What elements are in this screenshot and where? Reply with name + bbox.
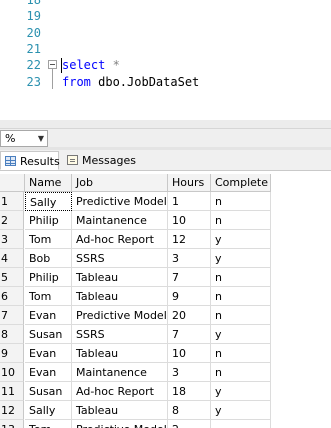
grid-cell-hours[interactable]: 2: [168, 420, 211, 428]
column-header-job[interactable]: Job: [72, 174, 168, 192]
grid-cell-complete[interactable]: y: [211, 249, 271, 268]
results-grid[interactable]: Name Job Hours Complete 1 Sally Predictive…: [0, 171, 331, 428]
grid-cell-job[interactable]: Tableau: [72, 401, 168, 420]
row-number[interactable]: 5: [0, 268, 24, 287]
row-number[interactable]: 13: [0, 420, 24, 428]
grid-cell-job[interactable]: Tableau: [72, 268, 168, 287]
grid-cell-name[interactable]: Sally: [25, 192, 72, 211]
outline-guide: [52, 69, 53, 89]
row-number[interactable]: 8: [0, 325, 24, 344]
row-number[interactable]: 6: [0, 287, 24, 306]
sql-operator: *: [105, 58, 120, 72]
line-number: 23: [26, 75, 41, 89]
grid-cell-job[interactable]: Tableau: [72, 287, 168, 306]
grid-cell-name[interactable]: Susan: [25, 382, 72, 401]
sql-identifier: dbo.JobDataSet: [90, 75, 200, 89]
grid-cell-name[interactable]: Bob: [25, 249, 72, 268]
tab-messages[interactable]: Messages: [63, 151, 139, 170]
column-header-complete[interactable]: Complete: [211, 174, 271, 192]
grid-cell-name[interactable]: Philip: [25, 268, 72, 287]
grid-cell-name[interactable]: Tom: [25, 287, 72, 306]
grid-cell-job[interactable]: Predictive Model: [72, 420, 168, 428]
grid-cell-job[interactable]: Maintanence: [72, 211, 168, 230]
zoom-bar: % ▼: [0, 128, 331, 147]
row-number[interactable]: 3: [0, 230, 24, 249]
grid-cell-hours[interactable]: 18: [168, 382, 211, 401]
sql-keyword: select: [62, 58, 106, 72]
line-number-gutter: 18 19 20 21 22 23: [0, 0, 44, 128]
messages-icon: [67, 155, 78, 165]
grid-cell-complete[interactable]: y: [211, 230, 271, 249]
code-line[interactable]: from dbo.JobDataSet: [62, 74, 199, 90]
grid-cell-job[interactable]: Ad-hoc Report: [72, 382, 168, 401]
grid-cell-hours[interactable]: 7: [168, 325, 211, 344]
grid-cell-hours[interactable]: 3: [168, 249, 211, 268]
row-number[interactable]: 7: [0, 306, 24, 325]
line-number: 21: [26, 42, 41, 56]
editor-bottom-region: [0, 120, 331, 128]
tab-label: Results: [20, 155, 60, 168]
grid-cell-complete[interactable]: n: [211, 192, 271, 211]
grid-cell-hours[interactable]: 20: [168, 306, 211, 325]
grid-cell-complete[interactable]: [211, 420, 271, 428]
tab-results[interactable]: Results: [0, 151, 60, 170]
grid-cell-name[interactable]: Philip: [25, 211, 72, 230]
grid-cell-complete[interactable]: n: [211, 287, 271, 306]
line-number: 18: [26, 0, 41, 7]
grid-cell-hours[interactable]: 8: [168, 401, 211, 420]
grid-cell-complete[interactable]: n: [211, 344, 271, 363]
row-number[interactable]: 4: [0, 249, 24, 268]
grid-cell-complete[interactable]: n: [211, 363, 271, 382]
grid-cell-job[interactable]: Tableau: [72, 344, 168, 363]
line-number: 20: [26, 26, 41, 40]
row-number[interactable]: 2: [0, 211, 24, 230]
grid-cell-complete[interactable]: y: [211, 401, 271, 420]
grid-cell-job[interactable]: SSRS: [72, 325, 168, 344]
row-number[interactable]: 12: [0, 401, 24, 420]
line-number: 22: [26, 58, 41, 72]
grid-cell-complete[interactable]: y: [211, 382, 271, 401]
query-editor[interactable]: 18 19 20 21 22 23 select * from dbo.JobD…: [0, 0, 331, 128]
grid-cell-hours[interactable]: 7: [168, 268, 211, 287]
grid-cell-complete[interactable]: n: [211, 268, 271, 287]
grid-cell-job[interactable]: Predictive Model: [72, 306, 168, 325]
results-tabs: Results Messages: [0, 150, 331, 171]
grid-cell-hours[interactable]: 1: [168, 192, 211, 211]
grid-cell-name[interactable]: Evan: [25, 344, 72, 363]
grid-corner[interactable]: [0, 174, 25, 192]
grid-cell-name[interactable]: Sally: [25, 401, 72, 420]
grid-cell-complete[interactable]: n: [211, 211, 271, 230]
row-number[interactable]: 10: [0, 363, 24, 382]
column-header-hours[interactable]: Hours: [168, 174, 211, 192]
grid-cell-hours[interactable]: 10: [168, 344, 211, 363]
grid-cell-job[interactable]: Predictive Model: [72, 192, 168, 211]
grid-cell-job[interactable]: SSRS: [72, 249, 168, 268]
column-header-name[interactable]: Name: [25, 174, 72, 192]
grid-cell-complete[interactable]: n: [211, 306, 271, 325]
grid-icon: [5, 156, 16, 166]
line-number: 19: [26, 9, 41, 23]
collapse-outline-icon[interactable]: [48, 60, 57, 69]
grid-cell-name[interactable]: Susan: [25, 325, 72, 344]
row-number[interactable]: 1: [0, 192, 24, 211]
grid-cell-name[interactable]: Evan: [25, 363, 72, 382]
zoom-value: %: [5, 132, 16, 145]
grid-cell-job[interactable]: Ad-hoc Report: [72, 230, 168, 249]
grid-cell-name[interactable]: Evan: [25, 306, 72, 325]
grid-cell-hours[interactable]: 12: [168, 230, 211, 249]
chevron-down-icon[interactable]: ▼: [38, 131, 44, 146]
grid-cell-hours[interactable]: 9: [168, 287, 211, 306]
grid-cell-hours[interactable]: 3: [168, 363, 211, 382]
zoom-select[interactable]: % ▼: [0, 130, 48, 147]
grid-cell-job[interactable]: Maintanence: [72, 363, 168, 382]
grid-cell-complete[interactable]: y: [211, 325, 271, 344]
grid-cell-hours[interactable]: 10: [168, 211, 211, 230]
row-number[interactable]: 11: [0, 382, 24, 401]
sql-keyword: from: [62, 75, 91, 89]
tab-label: Messages: [82, 154, 136, 167]
grid-cell-name[interactable]: Tom: [25, 420, 72, 428]
code-line[interactable]: select *: [62, 57, 120, 73]
row-number[interactable]: 9: [0, 344, 24, 363]
grid-cell-name[interactable]: Tom: [25, 230, 72, 249]
